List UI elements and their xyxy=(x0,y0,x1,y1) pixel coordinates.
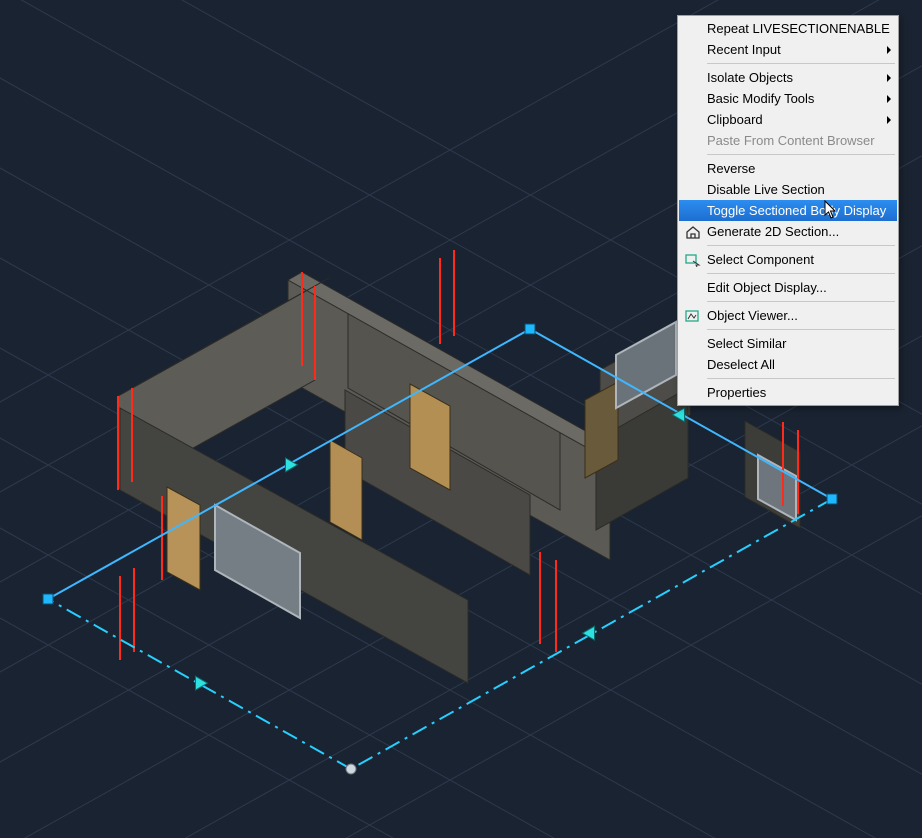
select-icon xyxy=(679,249,707,270)
menu-item-label: Reverse xyxy=(707,161,879,176)
blank-icon xyxy=(679,88,707,109)
menu-item-isolate-objects[interactable]: Isolate Objects xyxy=(679,67,897,88)
menu-separator xyxy=(707,154,895,155)
origin-marker[interactable] xyxy=(346,764,356,774)
menu-item-reverse[interactable]: Reverse xyxy=(679,158,897,179)
chevron-right-icon xyxy=(887,46,891,54)
menu-item-label: Properties xyxy=(707,385,879,400)
menu-item-label: Paste From Content Browser xyxy=(707,133,879,148)
menu-separator xyxy=(707,329,895,330)
menu-item-label: Toggle Sectioned Body Display xyxy=(707,203,886,218)
chevron-right-icon xyxy=(887,95,891,103)
door-2 xyxy=(330,440,362,540)
blank-icon xyxy=(679,158,707,179)
blank-icon xyxy=(679,354,707,375)
context-menu[interactable]: Repeat LIVESECTIONENABLE Recent Input Isol… xyxy=(677,15,899,406)
blank-icon xyxy=(679,18,707,39)
menu-item-label: Edit Object Display... xyxy=(707,280,879,295)
menu-separator xyxy=(707,273,895,274)
grip-square[interactable] xyxy=(827,494,837,504)
blank-icon xyxy=(679,333,707,354)
blank-icon xyxy=(679,200,707,221)
blank-icon xyxy=(679,277,707,298)
menu-item-label: Select Component xyxy=(707,252,879,267)
menu-item-paste-from-content-browser: Paste From Content Browser xyxy=(679,130,897,151)
menu-item-label: Select Similar xyxy=(707,336,879,351)
menu-item-object-viewer[interactable]: Object Viewer... xyxy=(679,305,897,326)
blank-icon xyxy=(679,382,707,403)
menu-separator xyxy=(707,301,895,302)
menu-item-repeat-livesectionenable[interactable]: Repeat LIVESECTIONENABLE xyxy=(679,18,897,39)
menu-item-toggle-sectioned-body-display[interactable]: Toggle Sectioned Body Display xyxy=(679,200,897,221)
blank-icon xyxy=(679,39,707,60)
menu-separator xyxy=(707,245,895,246)
menu-item-select-similar[interactable]: Select Similar xyxy=(679,333,897,354)
menu-item-recent-input[interactable]: Recent Input xyxy=(679,39,897,60)
chevron-right-icon xyxy=(887,116,891,124)
menu-item-select-component[interactable]: Select Component xyxy=(679,249,897,270)
menu-item-label: Repeat LIVESECTIONENABLE xyxy=(707,21,890,36)
grip-square[interactable] xyxy=(43,594,53,604)
menu-separator xyxy=(707,378,895,379)
menu-item-basic-modify-tools[interactable]: Basic Modify Tools xyxy=(679,88,897,109)
menu-item-clipboard[interactable]: Clipboard xyxy=(679,109,897,130)
menu-item-label: Generate 2D Section... xyxy=(707,224,879,239)
grip-triangle[interactable] xyxy=(189,676,207,693)
menu-item-label: Recent Input xyxy=(707,42,879,57)
viewer-icon xyxy=(679,305,707,326)
menu-item-label: Basic Modify Tools xyxy=(707,91,879,106)
chevron-right-icon xyxy=(887,74,891,82)
menu-item-label: Isolate Objects xyxy=(707,70,879,85)
menu-item-properties[interactable]: Properties xyxy=(679,382,897,403)
blank-icon xyxy=(679,109,707,130)
menu-item-label: Object Viewer... xyxy=(707,308,879,323)
menu-item-generate-2d-section[interactable]: Generate 2D Section... xyxy=(679,221,897,242)
menu-item-label: Clipboard xyxy=(707,112,879,127)
menu-item-label: Deselect All xyxy=(707,357,879,372)
menu-separator xyxy=(707,63,895,64)
door-3 xyxy=(167,487,200,590)
grip-triangle[interactable] xyxy=(582,626,600,643)
house-icon xyxy=(679,221,707,242)
grip-triangle[interactable] xyxy=(279,454,297,471)
blank-icon xyxy=(679,179,707,200)
menu-item-disable-live-section[interactable]: Disable Live Section xyxy=(679,179,897,200)
menu-item-label: Disable Live Section xyxy=(707,182,879,197)
grip-square[interactable] xyxy=(525,324,535,334)
blank-icon xyxy=(679,67,707,88)
menu-item-deselect-all[interactable]: Deselect All xyxy=(679,354,897,375)
menu-item-edit-object-display[interactable]: Edit Object Display... xyxy=(679,277,897,298)
blank-icon xyxy=(679,130,707,151)
